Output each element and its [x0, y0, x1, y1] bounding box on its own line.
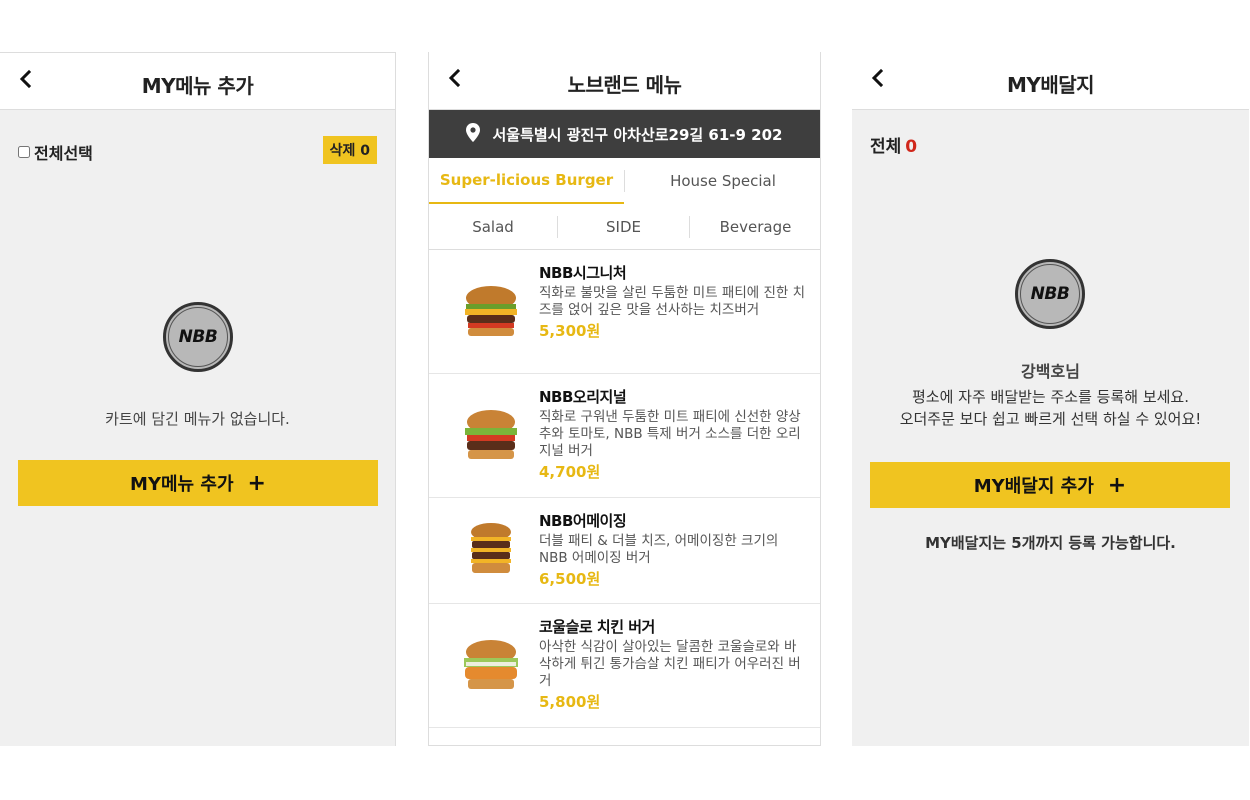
- nbb-logo-text: NBB: [168, 307, 228, 367]
- menu-item-name: NBB어메이징: [539, 512, 627, 530]
- add-my-delivery-button[interactable]: MY배달지 추가 +: [870, 462, 1230, 508]
- select-all-label: 전체선택: [34, 144, 93, 163]
- address-text: 서울특별시 광진구 아차산로29길 61-9 202: [492, 125, 783, 144]
- menu-item-text: NBB시그니처 직화로 불맛을 살린 두툼한 미트 패티에 진한 치즈를 얹어 …: [539, 262, 806, 341]
- delivery-address-bar[interactable]: 서울특별시 광진구 아차산로29길 61-9 202: [429, 110, 820, 158]
- brand-menu-panel: 노브랜드 메뉴 서울특별시 광진구 아차산로29길 61-9 202 Super…: [428, 52, 821, 746]
- delivery-limit-note: MY배달지는 5개까지 등록 가능합니다.: [925, 534, 1176, 552]
- total-label: 전체: [870, 137, 902, 157]
- menu-item-name: NBB시그니처: [539, 264, 627, 282]
- add-my-menu-label: MY메뉴 추가: [130, 474, 234, 495]
- add-my-menu-button[interactable]: MY메뉴 추가 +: [18, 460, 378, 506]
- menu-item-nbb-original[interactable]: NBB오리지널 직화로 구워낸 두툼한 미트 패티에 신선한 양상추와 토마토,…: [429, 374, 820, 498]
- burger-image: [471, 523, 511, 573]
- category-tabs-row2: Salad SIDE Beverage: [429, 204, 820, 250]
- burger-image: [464, 640, 518, 689]
- location-pin-icon: [466, 122, 481, 146]
- delete-button[interactable]: 삭제 0: [322, 136, 377, 164]
- menu-item-desc: 더블 패티 & 더블 치즈, 어메이징한 크기의 NBB 어메이징 버거: [539, 533, 779, 566]
- select-all[interactable]: 전체선택: [18, 140, 93, 164]
- register-message: 평소에 자주 배달받는 주소를 등록해 보세요. 오더주문 보다 쉽고 빠르게 …: [852, 386, 1249, 430]
- menu-item-coleslaw-chicken[interactable]: 코울슬로 치킨 버거 아삭한 식감이 살아있는 달콤한 코울슬로와 바삭하게 튀…: [429, 604, 820, 728]
- delete-count: 0: [360, 143, 370, 159]
- register-message-line2: 오더주문 보다 쉽고 빠르게 선택 하실 수 있어요!: [899, 410, 1202, 428]
- page-title: MY메뉴 추가: [141, 74, 254, 98]
- burger-image: [465, 286, 517, 336]
- delete-label: 삭제: [329, 143, 356, 159]
- my-menu-header: MY메뉴 추가: [0, 52, 395, 110]
- plus-icon: +: [247, 470, 266, 496]
- my-menu-panel: MY메뉴 추가 전체선택 삭제 0 NBB 카트에 담긴 메뉴가 없습니다. M…: [0, 52, 396, 746]
- menu-item-desc: 직화로 불맛을 살린 두툼한 미트 패티에 진한 치즈를 얹어 깊은 맛을 선사…: [539, 285, 806, 318]
- total-count-value: 0: [905, 137, 918, 157]
- my-delivery-header: MY배달지: [852, 52, 1249, 110]
- my-delivery-panel: MY배달지 전체 0 NBB 강백호님 평소에 자주 배달받는 주소를 등록해 보…: [852, 52, 1249, 746]
- plus-icon: +: [1107, 472, 1127, 498]
- empty-cart-message: 카트에 담긴 메뉴가 없습니다.: [105, 410, 290, 428]
- menu-item-price: 5,300원: [539, 322, 601, 340]
- total-count: 전체 0: [870, 132, 917, 157]
- nbb-logo: NBB: [1015, 259, 1085, 329]
- menu-item-text: NBB오리지널 직화로 구워낸 두툼한 미트 패티에 신선한 양상추와 토마토,…: [539, 386, 806, 482]
- select-all-checkbox[interactable]: [18, 146, 30, 158]
- tab-beverage[interactable]: Beverage: [690, 204, 820, 250]
- tab-house-special[interactable]: House Special: [625, 158, 820, 204]
- page-title: MY배달지: [1006, 73, 1095, 97]
- menu-item-text: 코울슬로 치킨 버거 아삭한 식감이 살아있는 달콤한 코울슬로와 바삭하게 튀…: [539, 616, 806, 712]
- menu-item-nbb-signature[interactable]: NBB시그니처 직화로 불맛을 살린 두툼한 미트 패티에 진한 치즈를 얹어 …: [429, 250, 820, 374]
- menu-item-price: 5,800원: [539, 693, 601, 711]
- menu-item-desc: 직화로 구워낸 두툼한 미트 패티에 신선한 양상추와 토마토, NBB 특제 …: [539, 409, 801, 459]
- menu-item-price: 6,500원: [539, 570, 601, 588]
- menu-item-price: 4,700원: [539, 463, 601, 481]
- menu-item-text: NBB어메이징 더블 패티 & 더블 치즈, 어메이징한 크기의 NBB 어메이…: [539, 510, 806, 589]
- tab-side[interactable]: SIDE: [558, 204, 689, 250]
- burger-image: [465, 410, 517, 459]
- menu-list: NBB시그니처 직화로 불맛을 살린 두툼한 미트 패티에 진한 치즈를 얹어 …: [429, 250, 820, 728]
- category-tabs-row1: Super-licious Burger House Special: [429, 158, 820, 204]
- tab-salad[interactable]: Salad: [429, 204, 557, 250]
- menu-item-name: 코울슬로 치킨 버거: [539, 618, 655, 636]
- tab-super-licious-burger[interactable]: Super-licious Burger: [429, 158, 624, 204]
- menu-item-nbb-amazing[interactable]: NBB어메이징 더블 패티 & 더블 치즈, 어메이징한 크기의 NBB 어메이…: [429, 498, 820, 604]
- menu-item-name: NBB오리지널: [539, 388, 627, 406]
- page-title: 노브랜드 메뉴: [567, 73, 682, 97]
- register-message-line1: 평소에 자주 배달받는 주소를 등록해 보세요.: [911, 388, 1189, 406]
- menu-item-desc: 아삭한 식감이 살아있는 달콤한 코울슬로와 바삭하게 튀긴 통가슴살 치킨 패…: [539, 639, 801, 689]
- brand-menu-header: 노브랜드 메뉴: [429, 52, 820, 110]
- add-my-delivery-label: MY배달지 추가: [973, 476, 1094, 497]
- nbb-logo-text: NBB: [1020, 264, 1080, 324]
- nbb-logo: NBB: [163, 302, 233, 372]
- user-name: 강백호님: [1021, 362, 1080, 381]
